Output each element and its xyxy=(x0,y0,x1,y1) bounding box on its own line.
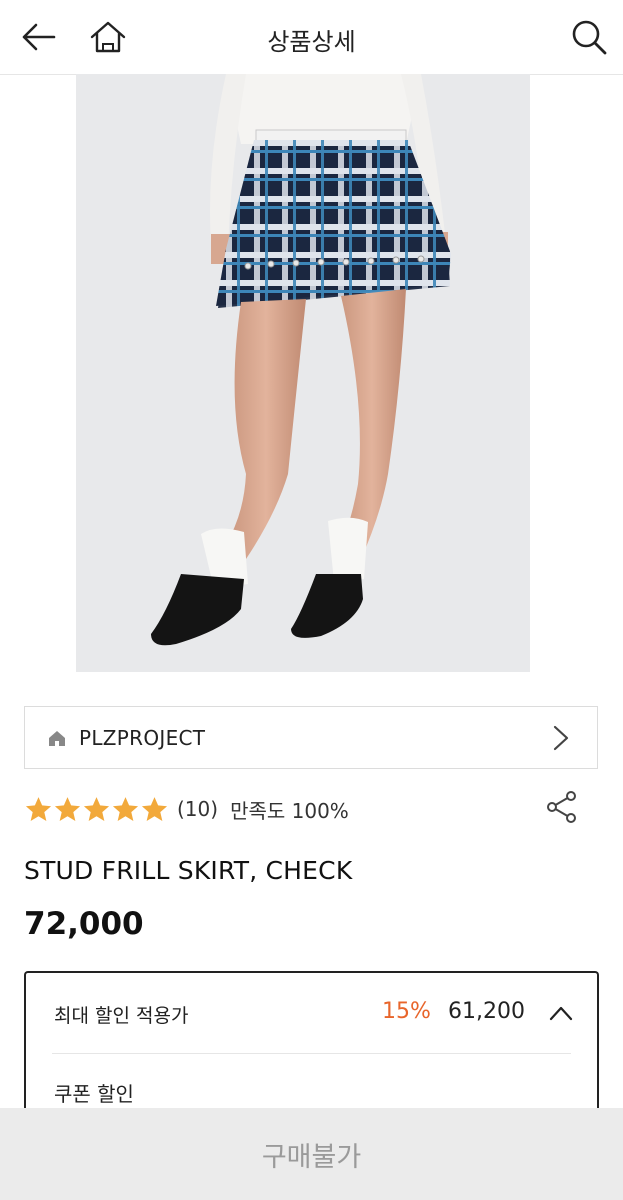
star-icon xyxy=(25,796,52,821)
star-icon xyxy=(112,796,139,821)
buy-button[interactable]: 구매불가 xyxy=(0,1108,623,1200)
star-icon xyxy=(83,796,110,821)
discount-panel: 최대 할인 적용가 15% 61,200 쿠폰 할인 xyxy=(24,971,599,1131)
coupon-discount-label: 쿠폰 할인 xyxy=(54,1082,134,1106)
product-price: 72,000 xyxy=(24,906,144,942)
page-title: 상품상세 xyxy=(267,28,356,56)
divider xyxy=(52,1053,571,1054)
discounted-price: 61,200 xyxy=(448,999,525,1024)
star-rating xyxy=(24,795,169,824)
brand-link[interactable]: PLZPROJECT xyxy=(24,706,598,769)
brand-name: PLZPROJECT xyxy=(79,725,206,750)
top-bar: 상품상세 xyxy=(0,0,623,75)
review-count: (10) xyxy=(177,797,219,821)
satisfaction-rate: 만족도 100% xyxy=(230,798,349,823)
discount-percent: 15% xyxy=(382,999,431,1024)
discount-label: 최대 할인 적용가 xyxy=(54,1005,189,1027)
star-icon xyxy=(54,796,81,821)
product-name: STUD FRILL SKIRT, CHECK xyxy=(24,856,353,885)
buy-button-label: 구매불가 xyxy=(261,1141,362,1173)
brand-home-icon xyxy=(49,730,65,746)
search-icon[interactable] xyxy=(569,17,609,57)
star-icon xyxy=(141,796,168,821)
chevron-up-icon[interactable] xyxy=(549,1005,573,1021)
product-image[interactable] xyxy=(76,74,530,672)
chevron-right-icon xyxy=(553,725,569,751)
share-icon[interactable] xyxy=(545,790,579,824)
rating-row[interactable]: (10) 만족도 100% xyxy=(24,791,349,827)
